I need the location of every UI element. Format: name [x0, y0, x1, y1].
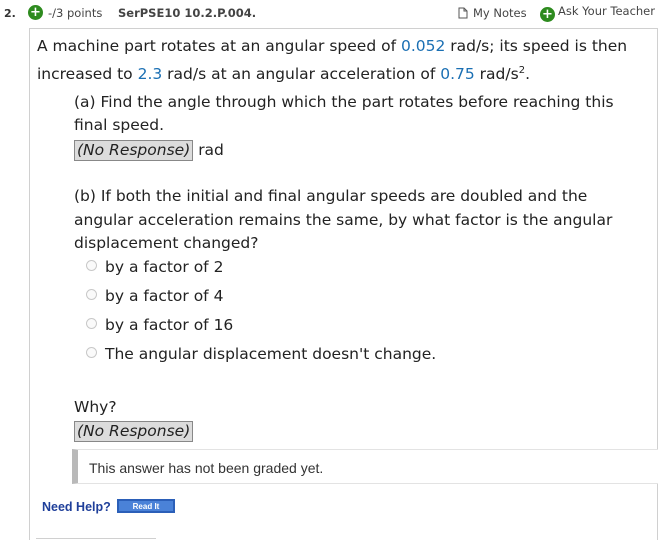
question-text-line-1: A machine part rotates at an angular spe… [37, 37, 628, 55]
panel-top-border [29, 28, 658, 29]
part-a-answer-row: (No Response) rad [74, 140, 224, 161]
bottom-divider [36, 538, 156, 539]
notes-icon [458, 7, 468, 19]
final-speed-value: 2.3 [137, 65, 163, 84]
points-label: -/3 points [48, 6, 103, 20]
plus-circle-icon: + [540, 7, 555, 22]
option-factor-2[interactable]: by a factor of 2 [86, 258, 223, 276]
radio-button[interactable] [86, 318, 97, 329]
plus-circle-icon[interactable]: + [28, 5, 43, 20]
radio-button[interactable] [86, 347, 97, 358]
radio-button[interactable] [86, 260, 97, 271]
option-label: by a factor of 16 [105, 316, 234, 334]
part-b-text-line-3: displacement changed? [74, 234, 259, 252]
radio-button[interactable] [86, 289, 97, 300]
ask-teacher-button[interactable]: + Ask Your Teacher [540, 4, 655, 22]
problem-code: SerPSE10 10.2.P.004. [118, 6, 257, 20]
why-label: Why? [74, 398, 117, 416]
question-text-line-2: increased to 2.3 rad/s at an angular acc… [37, 65, 530, 84]
why-response-field[interactable]: (No Response) [74, 421, 194, 442]
option-label: by a factor of 2 [105, 258, 224, 276]
option-label: by a factor of 4 [105, 287, 224, 305]
part-b-text-line-2: angular acceleration remains the same, b… [74, 211, 613, 229]
option-no-change[interactable]: The angular displacement doesn't change. [86, 345, 436, 363]
part-a-text-line-2: final speed. [74, 116, 165, 134]
initial-speed-value: 0.052 [400, 37, 446, 55]
why-answer-row: (No Response) [74, 421, 194, 442]
my-notes-button[interactable]: My Notes [458, 6, 527, 20]
acceleration-value: 0.75 [440, 65, 475, 84]
need-help-label: Need Help? [42, 500, 111, 514]
option-factor-4[interactable]: by a factor of 4 [86, 287, 223, 305]
panel-left-border [29, 28, 30, 540]
ask-teacher-label: Ask Your Teacher [558, 4, 655, 18]
part-a-text-line-1: (a) Find the angle through which the par… [74, 93, 614, 111]
question-number: 2. [4, 7, 16, 20]
grading-status-text: This answer has not been graded yet. [89, 460, 324, 476]
option-factor-16[interactable]: by a factor of 16 [86, 316, 233, 334]
question-header: 2. + -/3 points SerPSE10 10.2.P.004. My … [0, 0, 664, 28]
option-label: The angular displacement doesn't change. [105, 345, 437, 363]
part-a-unit: rad [198, 141, 224, 159]
my-notes-label: My Notes [473, 6, 527, 20]
part-b-text-line-1: (b) If both the initial and final angula… [74, 187, 588, 205]
grading-status-box: This answer has not been graded yet. [72, 449, 658, 484]
part-a-response-field[interactable]: (No Response) [74, 140, 194, 161]
read-it-button[interactable]: Read It [117, 499, 175, 513]
